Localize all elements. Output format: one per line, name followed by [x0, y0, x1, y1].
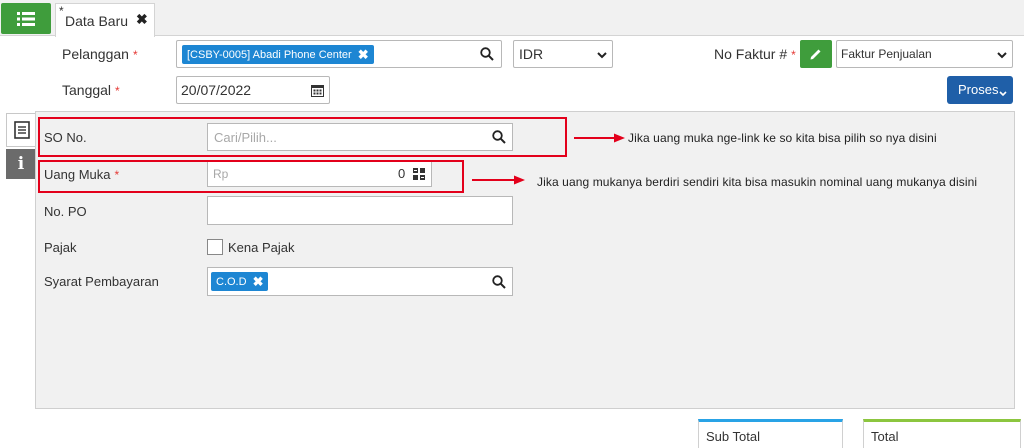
calendar-icon[interactable] — [311, 84, 324, 97]
side-tab-info[interactable]: i — [6, 149, 36, 179]
tab-data-baru[interactable]: * Data Baru ✖ — [55, 3, 155, 37]
total-card: Total — [863, 419, 1021, 448]
syarat-label: Syarat Pembayaran — [44, 274, 159, 289]
sub-total-label: Sub Total — [706, 429, 760, 444]
pajak-label: Pajak — [44, 240, 77, 255]
chevron-down-icon — [999, 91, 1007, 97]
currency-value: IDR — [519, 46, 544, 62]
faktur-type-value: Faktur Penjualan — [841, 47, 932, 61]
annotation-so-note: Jika uang muka nge-link ke so kita bisa … — [628, 131, 937, 145]
tab-bar: * Data Baru ✖ — [0, 0, 1024, 37]
currency-select[interactable]: IDR — [513, 40, 613, 68]
arrow-icon — [472, 175, 525, 185]
chevron-down-icon — [997, 52, 1007, 59]
document-icon — [13, 121, 30, 139]
modified-indicator: * — [59, 4, 64, 18]
chevron-down-icon — [597, 52, 607, 59]
proses-button[interactable]: Proses — [947, 76, 1013, 104]
tanggal-value: 20/07/2022 — [181, 82, 252, 98]
uang-muka-highlight-box — [38, 160, 464, 193]
required-mark: * — [132, 48, 138, 62]
close-tab-icon[interactable]: ✖ — [136, 11, 148, 28]
syarat-pembayaran-field[interactable]: C.O.D ✖ — [207, 267, 513, 296]
pelanggan-chip: [CSBY-0005] Abadi Phone Center ✖ — [182, 45, 374, 64]
edit-faktur-button[interactable] — [800, 40, 832, 68]
faktur-type-select[interactable]: Faktur Penjualan — [836, 40, 1013, 68]
syarat-value: C.O.D — [216, 275, 247, 288]
search-icon[interactable] — [492, 275, 506, 289]
total-label: Total — [871, 429, 899, 444]
pelanggan-label: Pelanggan * — [62, 46, 138, 62]
tab-title: Data Baru — [65, 13, 129, 29]
required-mark: * — [115, 84, 120, 98]
no-faktur-label: No Faktur # * — [714, 46, 796, 62]
sub-total-card: Sub Total — [698, 419, 843, 448]
kena-pajak-label: Kena Pajak — [228, 240, 295, 255]
required-mark: * — [791, 48, 796, 62]
po-label: No. PO — [44, 204, 87, 219]
pencil-icon — [810, 49, 821, 60]
arrow-icon — [574, 133, 625, 143]
remove-chip-icon[interactable]: ✖ — [358, 47, 369, 63]
search-icon[interactable] — [480, 47, 494, 61]
remove-chip-icon[interactable]: ✖ — [253, 274, 264, 290]
proses-label: Proses — [958, 82, 999, 97]
syarat-chip: C.O.D ✖ — [211, 272, 269, 291]
po-input[interactable] — [207, 196, 513, 225]
pelanggan-value: [CSBY-0005] Abadi Phone Center — [187, 48, 352, 61]
pelanggan-field[interactable]: [CSBY-0005] Abadi Phone Center ✖ — [176, 40, 502, 68]
side-tab-document[interactable] — [6, 113, 36, 147]
list-icon — [17, 11, 35, 26]
tanggal-label: Tanggal * — [62, 82, 120, 98]
annotation-uang-muka-note: Jika uang mukanya berdiri sendiri kita b… — [537, 175, 978, 189]
kena-pajak-checkbox[interactable] — [207, 239, 223, 255]
list-menu-button[interactable] — [1, 3, 51, 34]
tanggal-field[interactable]: 20/07/2022 — [176, 76, 330, 104]
info-icon: i — [17, 154, 25, 174]
so-highlight-box — [38, 117, 567, 157]
